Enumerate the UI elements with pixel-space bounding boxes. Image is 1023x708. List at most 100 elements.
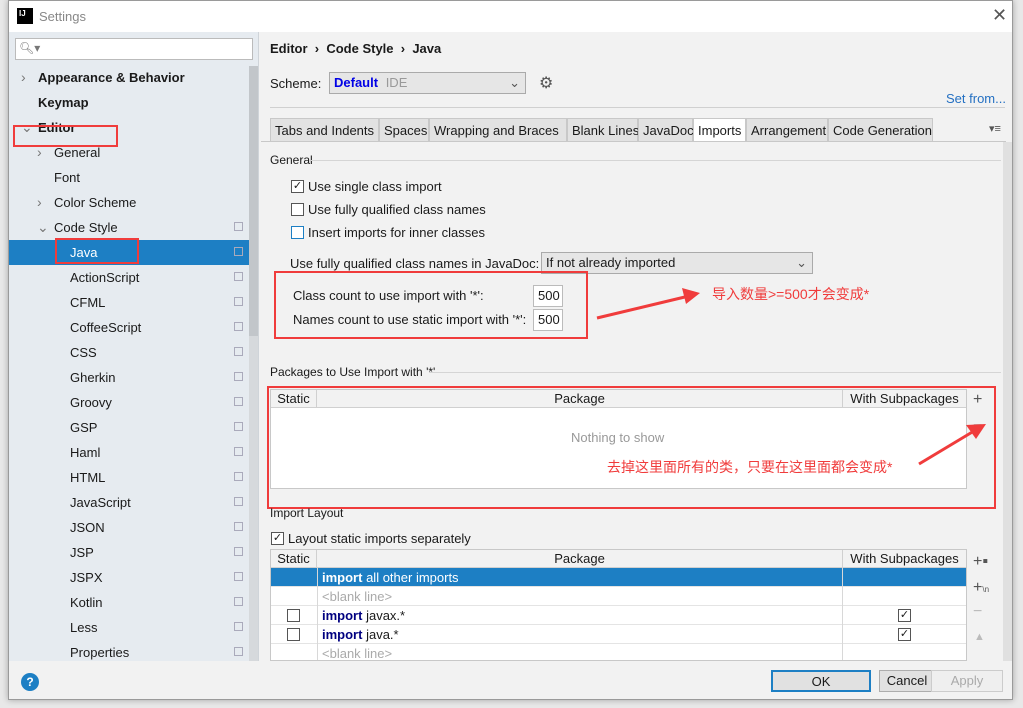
- sidebar-item-keymap[interactable]: Keymap: [9, 90, 249, 115]
- apply-button[interactable]: Apply: [931, 670, 1003, 692]
- cancel-button[interactable]: Cancel: [879, 670, 935, 692]
- sidebar-item-label: Kotlin: [70, 595, 103, 610]
- annotation-arrow: [596, 288, 700, 320]
- import-keyword: import: [322, 608, 363, 623]
- use-fq-class-names-checkbox[interactable]: [291, 203, 304, 216]
- section-general: General: [270, 153, 313, 167]
- annotation-text: 去掉这里面所有的类，只要在这里面都会变成*: [607, 459, 893, 475]
- sidebar-item-code-style[interactable]: ⌄ Code Style: [9, 215, 249, 240]
- layout-static-separately-checkbox[interactable]: ✓: [271, 532, 284, 545]
- sidebar-item-gsp[interactable]: GSP: [9, 415, 249, 440]
- sidebar-item-haml[interactable]: Haml: [9, 440, 249, 465]
- copy-icon: [234, 322, 243, 331]
- sidebar-item-color-scheme[interactable]: › Color Scheme: [9, 190, 249, 215]
- close-icon[interactable]: ✕: [992, 5, 1007, 26]
- column-header[interactable]: With Subpackages: [843, 550, 966, 568]
- remove-icon[interactable]: −: [973, 603, 982, 621]
- chevron-right-icon[interactable]: ›: [21, 65, 26, 90]
- column-header[interactable]: Package: [317, 550, 843, 568]
- annotation-box: [274, 271, 588, 339]
- search-input[interactable]: 🔍︎▾: [15, 38, 253, 60]
- content-scrollbar[interactable]: [1003, 142, 1012, 661]
- static-checkbox[interactable]: [287, 609, 300, 622]
- sidebar-item-less[interactable]: Less: [9, 615, 249, 640]
- import-keyword: import: [322, 570, 363, 585]
- add-blank-line-icon[interactable]: +\n: [973, 579, 989, 597]
- tab-spaces[interactable]: Spaces: [379, 118, 429, 142]
- use-single-class-import-checkbox[interactable]: ✓: [291, 180, 304, 193]
- import-layout-table[interactable]: Static Package With Subpackages import a…: [270, 549, 967, 661]
- checkbox-label: Use single class import: [308, 179, 442, 194]
- with-subpackages-checkbox[interactable]: ✓: [898, 628, 911, 641]
- sidebar-item-label: Color Scheme: [54, 195, 137, 210]
- checkbox-label: Insert imports for inner classes: [308, 225, 486, 240]
- table-row[interactable]: import java.* ✓: [271, 625, 966, 644]
- package-text: all other imports: [366, 570, 459, 585]
- sidebar-item-javascript[interactable]: JavaScript: [9, 490, 249, 515]
- app-logo: IJ: [17, 8, 33, 24]
- scheme-label: Scheme:: [270, 76, 322, 91]
- scheme-select[interactable]: Default IDE ⌄: [329, 72, 526, 94]
- copy-icon: [234, 472, 243, 481]
- window-title: Settings: [39, 9, 86, 24]
- sidebar-item-json[interactable]: JSON: [9, 515, 249, 540]
- copy-icon: [234, 222, 243, 231]
- sidebar-item-appearance-behavior[interactable]: › Appearance & Behavior: [9, 65, 249, 90]
- table-row[interactable]: <blank line>: [271, 587, 966, 606]
- tabs-overflow-icon[interactable]: ▾≡: [989, 122, 1001, 135]
- with-subpackages-checkbox[interactable]: ✓: [898, 609, 911, 622]
- tab-wrapping-and-braces[interactable]: Wrapping and Braces: [429, 118, 567, 142]
- sidebar-item-kotlin[interactable]: Kotlin: [9, 590, 249, 615]
- sidebar-item-label: JavaScript: [70, 495, 131, 510]
- sidebar-item-properties[interactable]: Properties: [9, 640, 249, 665]
- insert-inner-imports-checkbox[interactable]: [291, 226, 304, 239]
- sidebar-item-label: Less: [70, 620, 98, 635]
- help-button[interactable]: ?: [21, 673, 39, 691]
- sidebar-item-font[interactable]: Font: [9, 165, 249, 190]
- table-row[interactable]: import all other imports: [271, 568, 966, 587]
- tab-arrangement[interactable]: Arrangement: [746, 118, 828, 142]
- sidebar-item-label: CSS: [70, 345, 97, 360]
- package-cell: <blank line>: [317, 644, 843, 660]
- copy-icon: [234, 397, 243, 406]
- sidebar-item-actionscript[interactable]: ActionScript: [9, 265, 249, 290]
- tab-imports[interactable]: Imports: [693, 118, 746, 142]
- set-from-link[interactable]: Set from...: [946, 91, 1006, 106]
- sidebar-item-html[interactable]: HTML: [9, 465, 249, 490]
- sidebar-item-groovy[interactable]: Groovy: [9, 390, 249, 415]
- tab-blank-lines[interactable]: Blank Lines: [567, 118, 639, 142]
- sidebar-item-css[interactable]: CSS: [9, 340, 249, 365]
- sidebar-item-coffeescript[interactable]: CoffeeScript: [9, 315, 249, 340]
- chevron-right-icon[interactable]: ›: [37, 190, 42, 215]
- sidebar-item-jsp[interactable]: JSP: [9, 540, 249, 565]
- ok-button[interactable]: OK: [771, 670, 871, 692]
- sidebar-scroll-thumb[interactable]: [249, 66, 258, 336]
- sidebar-item-label: Code Style: [54, 220, 118, 235]
- annotation-text: 导入数量>=500才会变成*: [712, 286, 870, 302]
- sidebar-item-jspx[interactable]: JSPX: [9, 565, 249, 590]
- table-row[interactable]: import javax.* ✓: [271, 606, 966, 625]
- sidebar-item-label: ActionScript: [70, 270, 140, 285]
- column-header[interactable]: Static: [271, 550, 317, 568]
- tab-tabs-and-indents[interactable]: Tabs and Indents: [270, 118, 379, 142]
- divider: [429, 372, 1001, 373]
- sidebar-item-label: Properties: [70, 645, 130, 660]
- annotation-box: [267, 386, 996, 509]
- copy-icon: [234, 497, 243, 506]
- annotation-box: [13, 125, 118, 147]
- move-up-icon[interactable]: ▲: [974, 631, 985, 643]
- static-checkbox[interactable]: [287, 628, 300, 641]
- sidebar-item-gherkin[interactable]: Gherkin: [9, 365, 249, 390]
- chevron-down-icon[interactable]: ⌄: [37, 215, 49, 240]
- tab-code-generation[interactable]: Code Generation: [828, 118, 933, 142]
- annotation-arrow: [918, 424, 986, 466]
- sidebar-item-cfml[interactable]: CFML: [9, 290, 249, 315]
- divider: [311, 160, 1001, 161]
- search-icon: 🔍︎▾: [19, 41, 41, 55]
- crumb: Java: [412, 41, 442, 56]
- add-package-icon[interactable]: +▪: [973, 553, 988, 571]
- table-row[interactable]: <blank line>: [271, 644, 966, 660]
- gear-icon[interactable]: ⚙: [539, 73, 553, 93]
- sidebar-item-label: CoffeeScript: [70, 320, 142, 335]
- tab-javadoc[interactable]: JavaDoc: [638, 118, 694, 142]
